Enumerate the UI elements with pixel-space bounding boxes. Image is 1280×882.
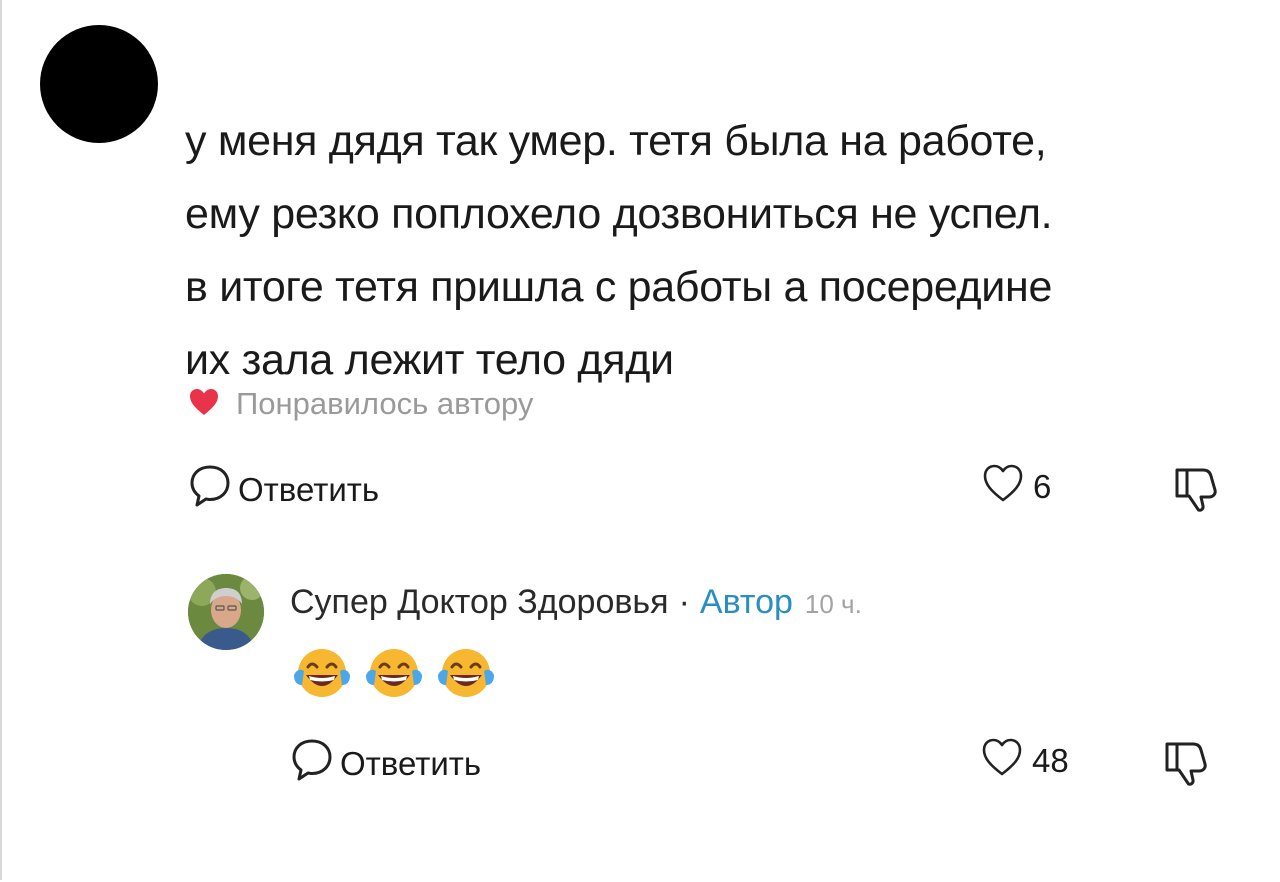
reply-button[interactable]: Ответить — [188, 463, 379, 517]
like-count: 48 — [1032, 742, 1069, 779]
heart-outline-icon — [981, 462, 1025, 512]
dislike-button[interactable] — [1163, 738, 1211, 796]
separator: · — [678, 583, 690, 621]
speech-bubble-icon — [290, 737, 334, 791]
comment-line: в итоге тетя пришла с работы а посередин… — [185, 263, 1053, 311]
comment-line: ему резко поплохело дозвониться не успел… — [185, 190, 1053, 238]
dislike-button[interactable] — [1173, 464, 1221, 522]
liked-by-author: Понравилось автору — [188, 386, 533, 422]
avatar[interactable] — [40, 25, 158, 143]
thumbs-down-icon — [1173, 468, 1221, 521]
face-with-tears-of-joy-icon — [434, 645, 498, 706]
timestamp: 10 ч. — [804, 589, 862, 619]
reply-button[interactable]: Ответить — [290, 737, 481, 791]
comment-line: у меня дядя так умер. тетя была на работ… — [185, 117, 1047, 165]
like-button[interactable]: 48 — [980, 736, 1069, 786]
heart-icon — [188, 387, 220, 422]
face-with-tears-of-joy-icon — [290, 645, 354, 706]
liked-label: Понравилось автору — [236, 386, 534, 421]
reply-label: Ответить — [340, 745, 482, 782]
reply-header: Супер Доктор Здоровья · Автор 10 ч. — [290, 583, 862, 622]
comment-actions: Ответить 6 — [188, 462, 1238, 518]
author-badge: Автор — [699, 583, 793, 621]
author-avatar[interactable] — [188, 574, 264, 650]
like-count: 6 — [1033, 468, 1052, 505]
author-name[interactable]: Супер Доктор Здоровья — [290, 583, 669, 622]
speech-bubble-icon — [188, 463, 232, 517]
reply-text — [290, 645, 498, 706]
thumbs-down-icon — [1163, 742, 1211, 795]
heart-outline-icon — [980, 736, 1024, 786]
reply-actions: Ответить 48 — [290, 736, 1230, 792]
comment-text: у меня дядя так умер. тетя была на работ… — [185, 105, 1245, 397]
like-button[interactable]: 6 — [981, 462, 1051, 512]
reply-label: Ответить — [238, 471, 380, 508]
face-with-tears-of-joy-icon — [362, 645, 426, 706]
